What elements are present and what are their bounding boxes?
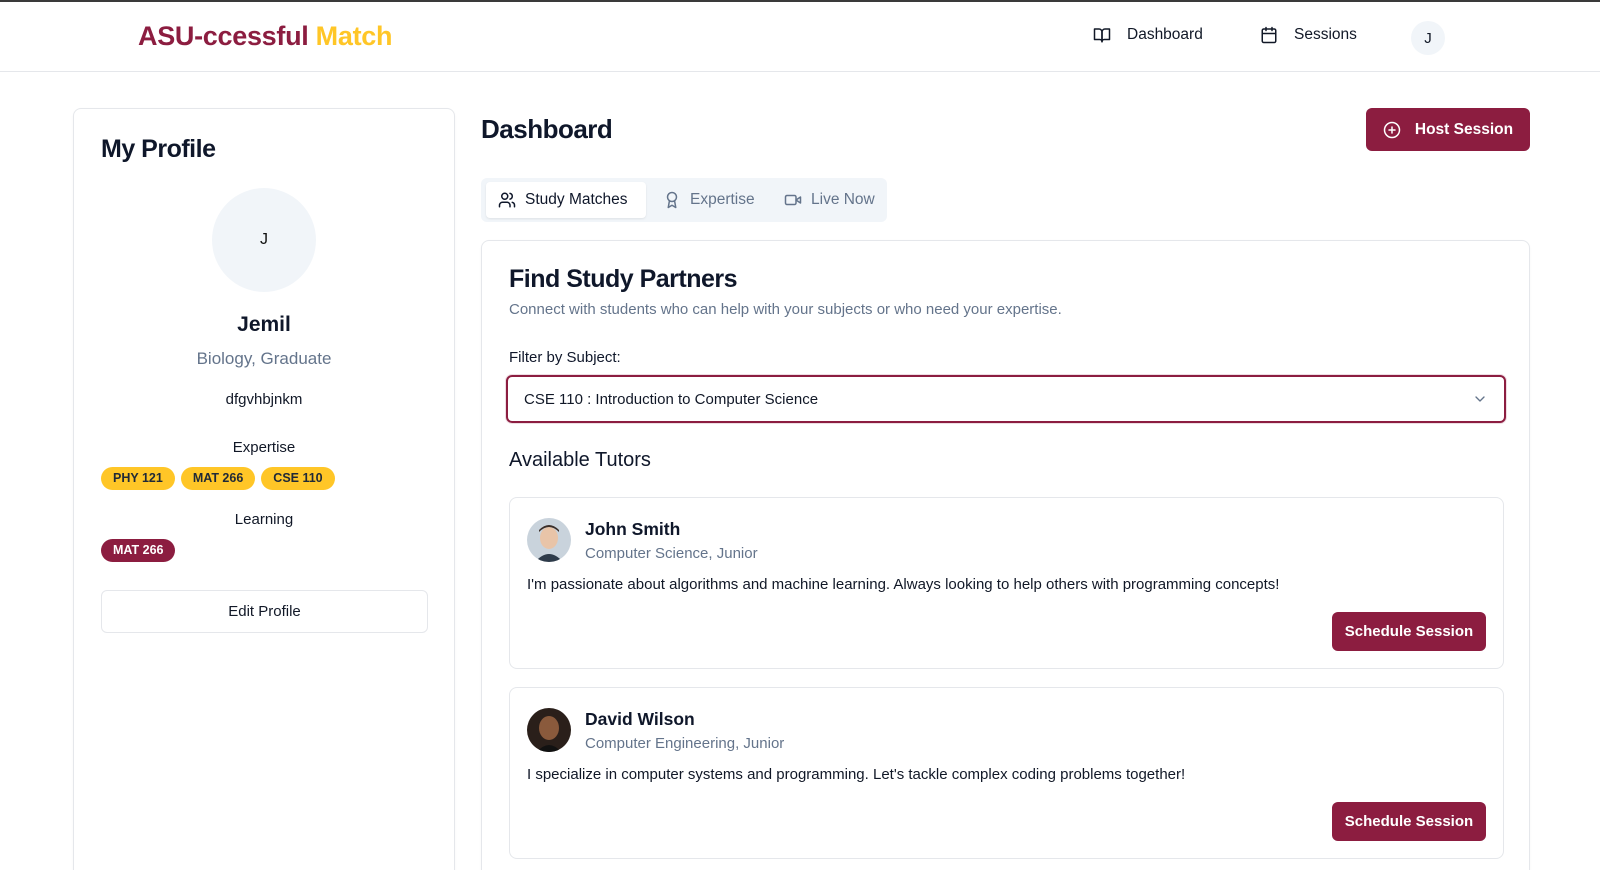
tutor-name: John Smith <box>585 519 681 539</box>
tutor-name: David Wilson <box>585 709 695 729</box>
users-icon <box>498 192 516 208</box>
filter-label: Filter by Subject: <box>509 349 621 366</box>
expertise-badge: CSE 110 <box>261 467 335 490</box>
host-session-button[interactable]: Host Session <box>1366 108 1530 151</box>
expertise-badge: PHY 121 <box>101 467 175 490</box>
tutor-bio: I'm passionate about algorithms and mach… <box>527 576 1280 593</box>
plus-circle-icon <box>1383 121 1401 138</box>
tab-label: Live Now <box>811 191 875 208</box>
profile-name: Jemil <box>237 313 291 336</box>
profile-avatar: J <box>212 188 316 292</box>
profile-major: Biology, Graduate <box>196 349 332 368</box>
brand-logo[interactable]: ASU-ccessful Match <box>138 21 392 52</box>
tab-expertise[interactable]: Expertise <box>651 182 767 218</box>
learning-badges: MAT 266 <box>101 539 176 562</box>
tab-live-now[interactable]: Live Now <box>772 182 887 218</box>
tutor-major: Computer Science, Junior <box>585 545 758 562</box>
page-title: Dashboard <box>481 114 613 144</box>
tab-label: Expertise <box>690 191 755 208</box>
tab-label: Study Matches <box>525 191 628 208</box>
find-partners-subtitle: Connect with students who can help with … <box>509 301 1062 318</box>
profile-card: My Profile J Jemil Biology, Graduate dfg… <box>73 108 455 870</box>
tutor-card: David Wilson Computer Engineering, Junio… <box>509 687 1504 859</box>
expertise-badge: MAT 266 <box>180 467 256 490</box>
expertise-badges: PHY 121 MAT 266 CSE 110 <box>101 467 335 490</box>
profile-bio: dfgvhbjnkm <box>225 391 303 408</box>
nav-sessions-label: Sessions <box>1294 26 1357 43</box>
brand-part-1: ASU-ccessful <box>138 21 309 51</box>
user-avatar-button[interactable]: J <box>1411 21 1445 55</box>
host-session-label: Host Session <box>1414 120 1514 138</box>
top-navbar: ASU-ccessful Match Dashboard Sessions J <box>0 2 1600 72</box>
schedule-session-button[interactable]: Schedule Session <box>1332 802 1486 841</box>
tab-study-matches[interactable]: Study Matches <box>486 182 646 218</box>
nav-dashboard-link[interactable]: Dashboard <box>1093 26 1203 44</box>
book-open-icon <box>1093 28 1111 43</box>
selected-subject: CSE 110 : Introduction to Computer Scien… <box>524 390 819 408</box>
expertise-label: Expertise <box>232 439 296 456</box>
learning-badge: MAT 266 <box>101 539 176 562</box>
brand-part-2: Match <box>315 21 393 51</box>
edit-profile-button[interactable]: Edit Profile <box>101 590 428 633</box>
tutor-bio: I specialize in computer systems and pro… <box>527 766 1186 783</box>
find-partners-title: Find Study Partners <box>509 265 738 293</box>
available-tutors-title: Available Tutors <box>509 449 651 471</box>
nav-dashboard-label: Dashboard <box>1127 26 1203 43</box>
subject-filter-select[interactable]: CSE 110 : Introduction to Computer Scien… <box>506 375 1506 423</box>
award-icon <box>666 191 678 209</box>
find-partners-card: Find Study Partners Connect with student… <box>481 240 1530 870</box>
learning-label: Learning <box>234 511 294 528</box>
calendar-icon <box>1261 26 1277 44</box>
video-icon <box>784 194 802 206</box>
profile-title: My Profile <box>101 135 216 163</box>
tutor-major: Computer Engineering, Junior <box>585 735 785 752</box>
schedule-session-button[interactable]: Schedule Session <box>1332 612 1486 651</box>
tutor-avatar <box>527 518 571 562</box>
dashboard-tabs: Study Matches Expertise Live Now <box>481 178 887 222</box>
tutor-card: John Smith Computer Science, Junior I'm … <box>509 497 1504 669</box>
nav-sessions-link[interactable]: Sessions <box>1260 26 1357 44</box>
chevron-down-icon <box>1475 396 1485 402</box>
tutor-avatar <box>527 708 571 752</box>
